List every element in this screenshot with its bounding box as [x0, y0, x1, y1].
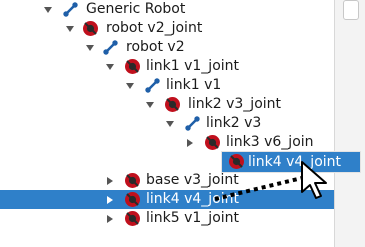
joint-icon — [205, 135, 220, 150]
tree-row-link3-v6-joint[interactable]: link3 v6_join — [0, 133, 334, 152]
expand-arrow-icon[interactable] — [106, 196, 114, 204]
expand-arrow-icon[interactable] — [106, 177, 114, 185]
tree-row-base-v3-joint[interactable]: base v3_joint — [0, 171, 334, 190]
link-icon — [63, 2, 78, 17]
link-icon — [145, 78, 160, 93]
joint-icon — [165, 97, 180, 112]
tree-row-link4-v4-joint[interactable]: link4 v4_joint — [0, 190, 334, 209]
expand-arrow-icon[interactable] — [86, 44, 94, 52]
tree-row-label: base v3_joint — [146, 172, 239, 188]
tree-row-link2-v3-joint[interactable]: link2 v3_joint — [0, 95, 334, 114]
joint-icon — [83, 21, 98, 36]
expand-arrow-icon[interactable] — [106, 63, 114, 71]
tree-row-label: link2 v3_joint — [188, 96, 282, 112]
tree-row-label: robot v2 — [126, 39, 185, 55]
joint-icon — [125, 211, 140, 226]
tree-row-generic-robot[interactable]: Generic Robot — [0, 0, 334, 19]
tree-row-robot-v2-joint[interactable]: robot v2_joint — [0, 19, 334, 38]
tree-row-label: link3 v6_join — [226, 134, 314, 150]
vertical-scrollbar[interactable] — [334, 0, 365, 247]
joint-icon — [229, 154, 244, 169]
tree-row-label: Generic Robot — [86, 1, 186, 17]
link-icon — [185, 116, 200, 131]
expand-arrow-icon[interactable] — [66, 25, 74, 33]
joint-icon — [125, 173, 140, 188]
tree-row-label: link5 v1_joint — [146, 210, 240, 226]
tree-row-label: link1 v1 — [166, 77, 222, 93]
expand-arrow-icon[interactable] — [44, 6, 52, 14]
tree-row-label: link4 v4_joint — [146, 191, 240, 207]
tree-row-link1-v1-joint[interactable]: link1 v1_joint — [0, 57, 334, 76]
link-icon — [103, 40, 118, 55]
scrollbar-thumb[interactable] — [343, 0, 359, 20]
tree-row-link2-v3[interactable]: link2 v3 — [0, 114, 334, 133]
tree-row-robot-v2[interactable]: robot v2 — [0, 38, 334, 57]
robot-tree-view[interactable]: Generic Robot robot v2_joint robot v2 li… — [0, 0, 334, 247]
drag-preview-item: link4 v4_joint — [221, 151, 361, 173]
tree-row-link1-v1[interactable]: link1 v1 — [0, 76, 334, 95]
tree-row-label: link2 v3 — [206, 115, 262, 131]
expand-arrow-icon[interactable] — [106, 215, 114, 223]
expand-arrow-icon[interactable] — [186, 139, 194, 147]
mouse-cursor-icon — [301, 161, 327, 199]
expand-arrow-icon[interactable] — [166, 120, 174, 128]
joint-icon — [125, 59, 140, 74]
expand-arrow-icon[interactable] — [126, 82, 134, 90]
tree-row-link5-v1-joint[interactable]: link5 v1_joint — [0, 209, 334, 228]
joint-icon — [125, 192, 140, 207]
tree-row-label: link1 v1_joint — [146, 58, 240, 74]
tree-row-label: robot v2_joint — [106, 20, 203, 36]
expand-arrow-icon[interactable] — [146, 101, 154, 109]
